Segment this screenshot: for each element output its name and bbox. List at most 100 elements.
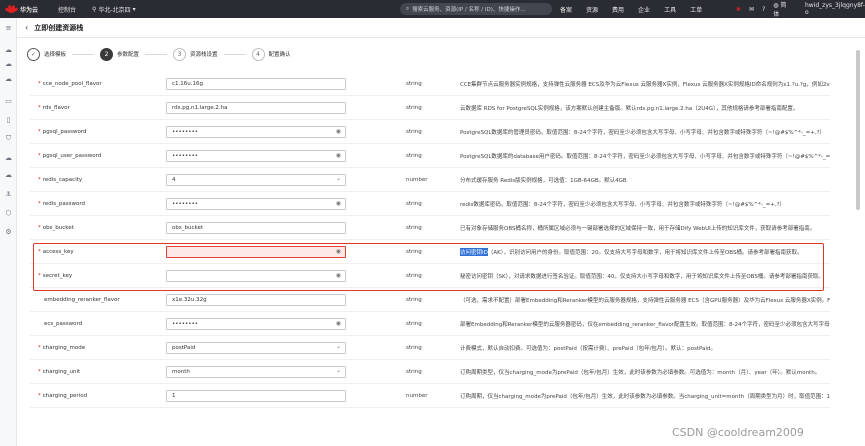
param-value-input[interactable]: ◉ — [166, 246, 346, 258]
param-name: * access_key — [38, 240, 74, 264]
param-description-text: 已有对象存储服务OBS桶名称，桶所属区域必须与一键部署选择的区域保持一致，用于存… — [460, 226, 816, 232]
huawei-cloud-logo-icon[interactable] — [4, 4, 18, 14]
eye-toggle-icon[interactable]: ◉ — [336, 248, 341, 255]
cloud-stack-icon[interactable]: ☁ — [4, 75, 13, 83]
param-value: postPaid — [172, 345, 196, 351]
param-name: * charging_unit — [38, 360, 80, 384]
param-name-label: obs_bucket — [42, 225, 74, 231]
table-row: * redis_capacity 4 ⌄ number 分布式缓存服务 Redis版实例规… — [30, 168, 830, 192]
brand-name[interactable]: 华为云 — [20, 5, 38, 14]
param-value-input[interactable]: •••••••• ◉ — [166, 150, 346, 162]
param-description: 计费模式，默认自动扣费。可选值为：postPaid（按需计费）、prePaid（… — [460, 336, 830, 360]
message-icon[interactable]: ✉ — [749, 6, 754, 13]
required-marker: * — [38, 249, 41, 255]
param-value-input[interactable]: c1.16u.16g — [166, 78, 346, 90]
required-marker: * — [38, 345, 41, 351]
cloud-home-icon[interactable]: ☁ — [4, 46, 13, 54]
globe-icon: ◍ — [773, 2, 779, 9]
param-description-text: 云数据库 RDS for PostgreSQL实例规格，该方案默认创建主备版。默… — [460, 106, 799, 112]
document-icon[interactable]: ▯ — [4, 116, 13, 124]
table-row: embedding_reranker_flavor x1e.32u.32g stri… — [30, 288, 830, 312]
global-search-input[interactable]: ⌕ 搜索云服务、资源(IP / 名称 / ID)、快捷操作... — [400, 3, 552, 15]
watermark: CSDN @cooldream2009 — [672, 426, 804, 439]
required-marker: * — [38, 225, 41, 231]
table-row: * redis_password •••••••• ◉ string redis数据库密码… — [30, 192, 830, 216]
param-value-input[interactable]: •••••••• ◉ — [166, 126, 346, 138]
gear-icon[interactable]: ⚙ — [4, 228, 13, 236]
cloud-service-icon[interactable]: ☁ — [4, 60, 13, 68]
eye-toggle-icon[interactable]: ◉ — [336, 128, 341, 135]
scrollbar-thumb[interactable] — [856, 50, 860, 210]
menu-item-tickets[interactable]: 工单 — [690, 5, 702, 14]
param-value-input[interactable]: obs_bucket — [166, 222, 346, 234]
required-marker: * — [38, 393, 41, 399]
help-icon[interactable]: ? — [762, 6, 765, 13]
menu-item-resources[interactable]: 资源 — [586, 5, 598, 14]
shield-icon[interactable]: ⛉ — [4, 134, 13, 142]
param-value-input[interactable]: 1 — [166, 390, 346, 402]
page-title: 立即创建资源栈 — [34, 23, 84, 32]
param-value: c1.16u.16g — [172, 81, 203, 87]
param-value-input[interactable]: •••••••• ◉ — [166, 198, 346, 210]
anchor-icon[interactable]: ⚓ — [4, 190, 13, 198]
param-description-text: 秘密访问密钥（SK），对请求数据进行签名验证。取值范围：40。仅支持大小写字母和… — [460, 274, 824, 280]
param-value-input[interactable]: •••••••• ◉ — [166, 318, 346, 330]
page-scrollbar[interactable] — [855, 40, 861, 442]
param-description: 分布式缓存服务 Redis版实例规格，可选值：1GB-64GB。默认4GB — [460, 168, 830, 192]
step-confirm[interactable]: 4 配置确认 — [251, 47, 291, 61]
eye-toggle-icon[interactable]: ◉ — [336, 152, 341, 159]
menu-item-enterprise[interactable]: 企业 — [638, 5, 650, 14]
param-description-text: 订购周期，仅当charging_mode为prePaid（包年/包月）生效，此时… — [460, 394, 830, 400]
step-stack-settings[interactable]: 3 资源栈设置 — [173, 47, 218, 61]
cloud-storage-icon[interactable]: ☁ — [4, 171, 13, 179]
menu-item-billing[interactable]: 费用 — [612, 5, 624, 14]
menu-item-tools[interactable]: 工具 — [664, 5, 676, 14]
param-value-select[interactable]: postPaid ⌄ — [166, 342, 346, 354]
param-name-label: charging_period — [42, 393, 88, 399]
param-type: string — [406, 369, 422, 375]
param-value: •••••••• — [172, 153, 198, 159]
param-value-input[interactable]: x1e.32u.32g — [166, 294, 346, 306]
param-description-text: 订购周期类型，仅当charging_mode为prePaid（包年/包月）生效，… — [460, 370, 821, 376]
menu-item-beian[interactable]: 备案 — [560, 5, 572, 14]
step-connector — [72, 53, 95, 55]
step-parameter-config[interactable]: 2 参数配置 — [100, 47, 140, 61]
param-description-text: PostgreSQL数据库的database用户密码。取值范围：8-24个字符，… — [460, 154, 830, 160]
table-row: * obs_bucket obs_bucket string 已有对象存储服务OBS桶名… — [30, 216, 830, 240]
folder-icon[interactable]: ▭ — [4, 97, 13, 105]
menu-icon[interactable]: ≡ — [4, 24, 13, 32]
cloud-network-icon[interactable]: ☁ — [4, 154, 13, 162]
hexagon-icon[interactable]: ⬡ — [4, 209, 13, 217]
param-value-select[interactable]: month ⌄ — [166, 366, 346, 378]
region-selector[interactable]: ⚲ 华北-北京四 ▾ — [92, 5, 136, 14]
table-row: * rds_flavor rds.pg.n1.large.2.ha string 云数据… — [30, 96, 830, 120]
required-marker: * — [38, 369, 41, 375]
huawei-icon[interactable]: ❀ — [736, 6, 741, 13]
eye-toggle-icon[interactable]: ◉ — [336, 272, 341, 279]
param-value-input[interactable]: ◉ — [166, 270, 346, 282]
step-label: 选择模板 — [44, 52, 67, 58]
top-menu: 备案 资源 费用 企业 工具 工单 — [560, 0, 702, 18]
checkmark-icon: ✓ — [27, 47, 40, 61]
param-value-select[interactable]: 4 ⌄ — [166, 174, 346, 186]
param-description-text: CCE集群节点云服务器实例规格，支持弹性云服务器 ECS及华为云Flexus 云… — [460, 82, 830, 88]
param-name-label: redis_capacity — [42, 177, 83, 183]
step-connector — [223, 53, 246, 55]
chevron-down-icon: ⌄ — [335, 175, 341, 182]
step-label: 参数配置 — [117, 52, 140, 58]
console-link[interactable]: 控制台 — [58, 5, 76, 14]
param-value-input[interactable]: rds.pg.n1.large.2.ha — [166, 102, 346, 114]
param-name-label: cce_node_pool_flavor — [42, 81, 102, 87]
param-type: string — [406, 153, 422, 159]
param-value: x1e.32u.32g — [172, 297, 207, 303]
param-name-label: rds_flavor — [42, 105, 70, 111]
eye-toggle-icon[interactable]: ◉ — [336, 320, 341, 327]
param-type: number — [406, 177, 428, 183]
language-selector[interactable]: ◍ 简体 — [773, 0, 791, 18]
back-arrow-icon[interactable]: ‹ — [25, 23, 28, 32]
eye-toggle-icon[interactable]: ◉ — [336, 200, 341, 207]
user-account[interactable]: hwid_zys_3jlqgny8f-o — [805, 2, 865, 16]
search-placeholder: 搜索云服务、资源(IP / 名称 / ID)、快捷操作... — [412, 7, 526, 13]
step-select-template[interactable]: ✓ 选择模板 — [27, 47, 67, 61]
region-label: 华北-北京四 — [98, 6, 131, 14]
